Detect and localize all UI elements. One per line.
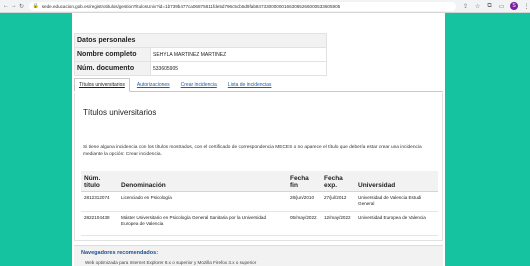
menu-kebab-icon[interactable]: ⋮ bbox=[523, 3, 530, 10]
address-bar[interactable]: 🔒 sede.educacion.gob.es/registrotitulos/… bbox=[29, 1, 457, 11]
profile-avatar[interactable]: S bbox=[510, 2, 519, 10]
column-header-university: Universidad bbox=[355, 171, 438, 192]
title-issue-date: 12/may/2022 bbox=[321, 211, 355, 236]
title-number: 2812312074 bbox=[81, 191, 118, 212]
document-number-label: Núm. documento bbox=[74, 61, 151, 76]
title-end-date: 28/jun/2010 bbox=[287, 191, 321, 212]
tab-bar: Títulos universitarios Autorizaciones Cr… bbox=[74, 78, 443, 92]
main-panel: Datos personales Nombre completo SEHYLA … bbox=[72, 13, 445, 266]
title-denomination: Máster Universitario en Psicología Gener… bbox=[118, 211, 287, 236]
title-end-date: 05/may/2022 bbox=[287, 211, 321, 236]
tab-university-titles[interactable]: Títulos universitarios bbox=[74, 78, 130, 92]
section-title: Títulos universitarios bbox=[83, 108, 157, 117]
reload-icon[interactable]: ↻ bbox=[18, 3, 26, 10]
table-header-row: Núm. título Denominación Fecha fin Fecha… bbox=[81, 171, 438, 192]
browser-toolbar: ← → ↻ 🔒 sede.educacion.gob.es/registroti… bbox=[0, 0, 530, 13]
title-number: 2822104438 bbox=[81, 211, 118, 236]
column-header-number: Núm. título bbox=[81, 171, 118, 192]
title-denomination: Licenciado en Psicología bbox=[118, 191, 287, 212]
column-header-issue-date: Fecha exp. bbox=[321, 171, 355, 192]
column-header-denomination: Denominación bbox=[118, 171, 287, 192]
tab-authorizations[interactable]: Autorizaciones bbox=[133, 82, 174, 91]
sidebar-icon[interactable]: ▭ bbox=[498, 3, 505, 10]
personal-data-heading: Datos personales bbox=[74, 33, 327, 48]
forward-arrow-icon[interactable]: → bbox=[10, 3, 18, 9]
full-name-value: SEHYLA MARTINEZ MARTINEZ bbox=[150, 47, 327, 62]
share-icon[interactable]: ⇪ bbox=[462, 3, 469, 10]
table-row: 2812312074 Licenciado en Psicología 28/j… bbox=[81, 191, 438, 212]
extensions-icon[interactable]: ⧉ bbox=[486, 3, 493, 10]
back-arrow-icon[interactable]: ← bbox=[2, 3, 10, 9]
url-text: sede.educacion.gob.es/registrotitulos/ge… bbox=[41, 3, 341, 9]
tab-content: Títulos universitarios Si tiene alguna i… bbox=[74, 93, 443, 241]
title-university: Universidad Europea de Valencia bbox=[355, 211, 438, 236]
personal-data-table: Datos personales Nombre completo SEHYLA … bbox=[74, 33, 327, 76]
incident-info-text: Si tiene alguna incidencia con los títul… bbox=[83, 145, 422, 158]
footer-text: Web optimizada para Internet Explorer 8.… bbox=[85, 260, 257, 265]
tab-create-incident[interactable]: Crear incidencia bbox=[177, 82, 221, 91]
tab-incident-list[interactable]: Lista de incidencias bbox=[224, 82, 276, 91]
recommended-browsers-footer: Navegadores recomendados: Web optimizada… bbox=[74, 245, 443, 266]
title-university: Universidad de Valencia Estudi General bbox=[355, 191, 438, 212]
column-header-end-date: Fecha fin bbox=[287, 171, 321, 192]
full-name-label: Nombre completo bbox=[74, 47, 151, 62]
document-number-value: 533605905 bbox=[150, 61, 327, 76]
bookmark-star-icon[interactable]: ☆ bbox=[474, 3, 481, 10]
titles-table: Núm. título Denominación Fecha fin Fecha… bbox=[81, 171, 438, 236]
title-issue-date: 27/jul/2012 bbox=[321, 191, 355, 212]
lock-icon[interactable]: 🔒 bbox=[32, 3, 38, 9]
footer-title: Navegadores recomendados: bbox=[81, 250, 159, 256]
table-row: 2822104438 Máster Universitario en Psico… bbox=[81, 211, 438, 236]
